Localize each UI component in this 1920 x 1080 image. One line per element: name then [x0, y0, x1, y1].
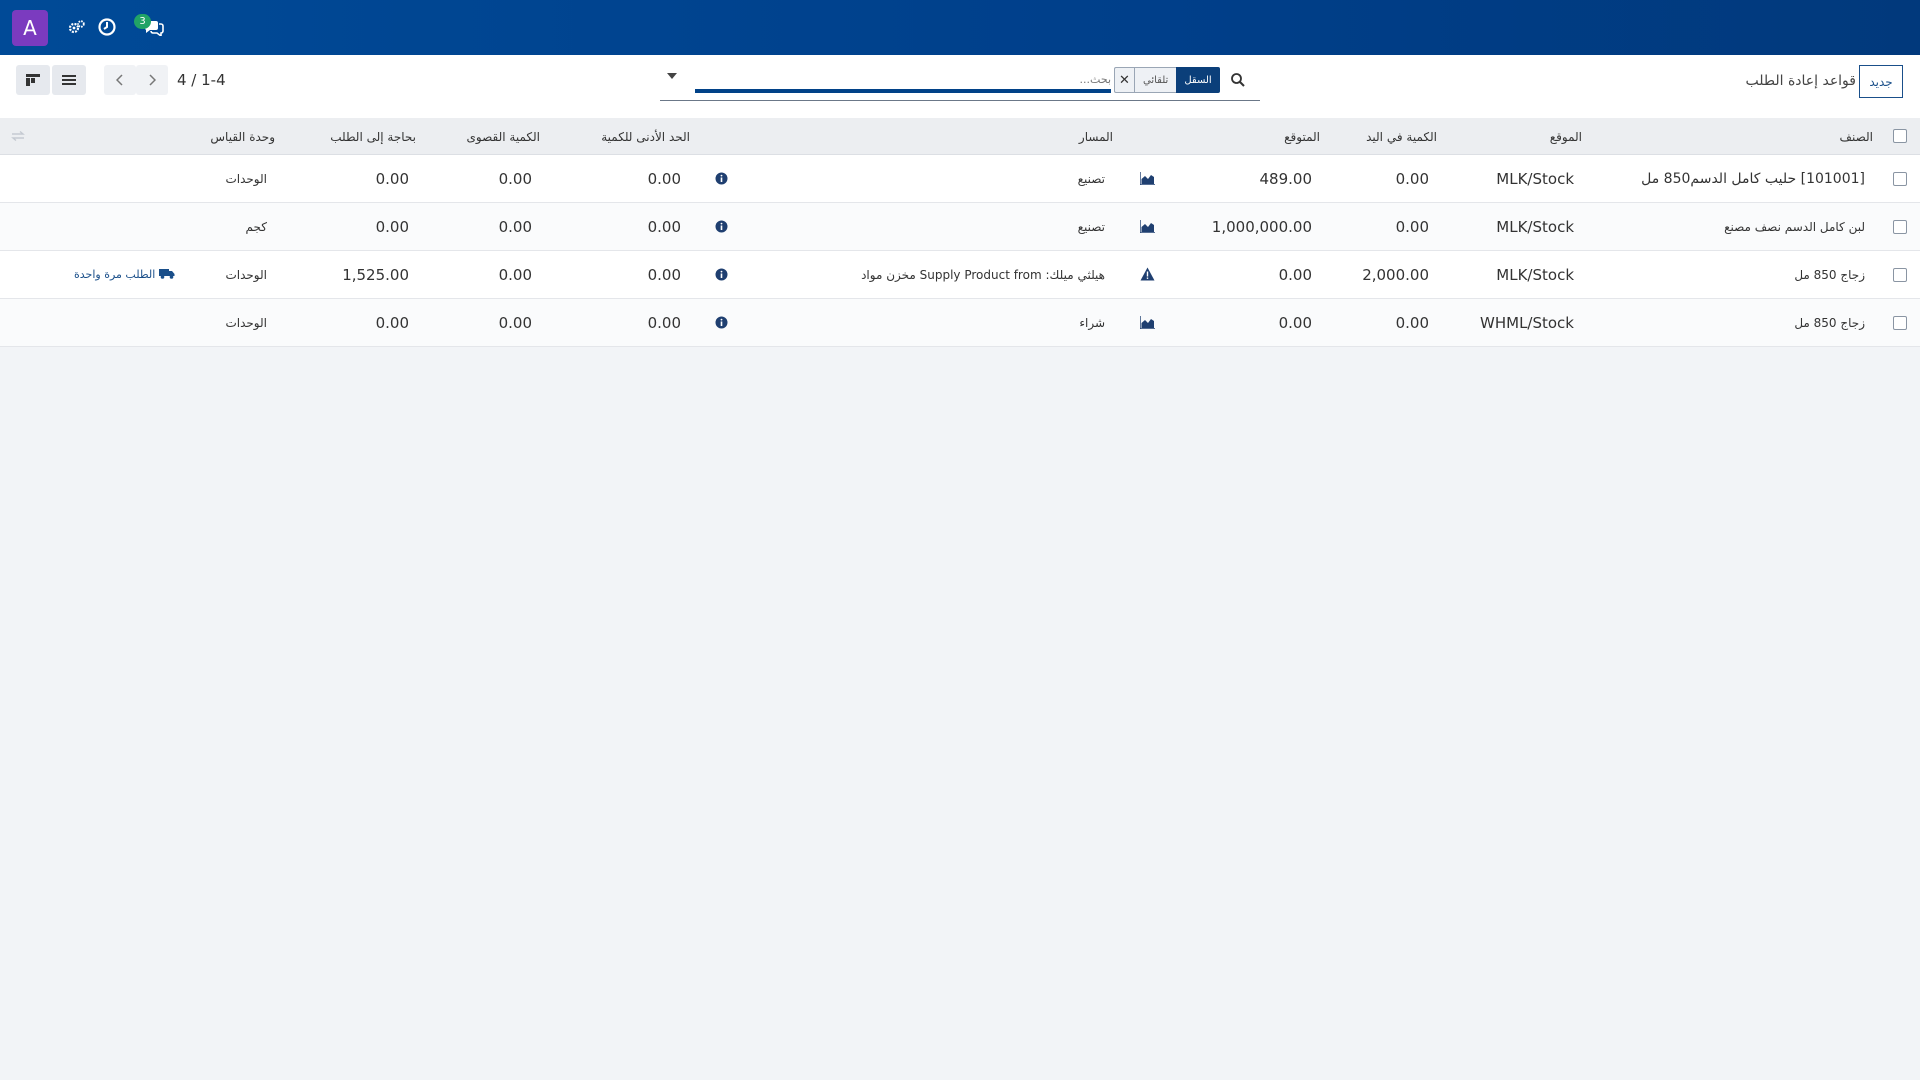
info-icon[interactable] — [714, 267, 728, 281]
header-product[interactable]: الصنف — [1840, 118, 1873, 155]
search-facet: ✕ تلقائي السقل — [1114, 67, 1220, 93]
cell-product[interactable]: زجاج 850 مل — [1794, 251, 1865, 298]
top-navbar: A 3 — [0, 0, 1920, 55]
table-header: الصنف الموقع الكمية في اليد المتوقع المس… — [0, 118, 1920, 155]
settings-icon[interactable] — [64, 14, 90, 40]
cell-location[interactable]: WHML/Stock — [1480, 299, 1574, 346]
table-row[interactable]: لبن كامل الدسم نصف مصنع MLK/Stock 0.00 1… — [0, 203, 1920, 251]
row-checkbox[interactable] — [1893, 267, 1907, 282]
cell-uom[interactable]: الوحدات — [225, 251, 267, 298]
cell-to-order[interactable]: 0.00 — [376, 203, 409, 250]
cell-forecast[interactable]: 0.00 — [1279, 299, 1312, 346]
list-view-button[interactable] — [52, 65, 86, 95]
table-row[interactable]: [101001] حليب كامل الدسم850 مل MLK/Stock… — [0, 155, 1920, 203]
cell-product[interactable]: زجاج 850 مل — [1794, 299, 1865, 346]
header-uom[interactable]: وحدة القياس — [210, 118, 275, 155]
page-title[interactable]: قواعد إعادة الطلب — [1745, 73, 1856, 89]
chevron-right-icon — [149, 74, 156, 86]
row-checkbox[interactable] — [1893, 219, 1907, 234]
cell-to-order[interactable]: 0.00 — [376, 155, 409, 202]
warning-icon[interactable] — [1139, 266, 1155, 282]
cell-to-order[interactable]: 0.00 — [376, 299, 409, 346]
cell-route[interactable]: تصنيع — [1078, 203, 1105, 250]
cell-max-qty[interactable]: 0.00 — [499, 251, 532, 298]
header-max-qty[interactable]: الكمية القصوى — [467, 118, 540, 155]
cell-uom[interactable]: الوحدات — [225, 155, 267, 202]
cell-forecast[interactable]: 0.00 — [1279, 251, 1312, 298]
table-row[interactable]: زجاج 850 مل WHML/Stock 0.00 0.00 شراء 0.… — [0, 299, 1920, 347]
row-checkbox[interactable] — [1893, 315, 1907, 330]
table-row[interactable]: زجاج 850 مل MLK/Stock 2,000.00 0.00 هيلث… — [0, 251, 1920, 299]
forecast-graph-icon[interactable] — [1139, 314, 1155, 330]
cell-product[interactable]: لبن كامل الدسم نصف مصنع — [1724, 203, 1865, 250]
header-location[interactable]: الموقع — [1550, 118, 1582, 155]
reordering-rules-table: الصنف الموقع الكمية في اليد المتوقع المس… — [0, 118, 1920, 347]
user-avatar[interactable]: A — [12, 10, 48, 46]
facet-label: السقل — [1176, 67, 1220, 93]
cell-product[interactable]: [101001] حليب كامل الدسم850 مل — [1641, 155, 1865, 202]
cell-max-qty[interactable]: 0.00 — [499, 155, 532, 202]
header-forecast[interactable]: المتوقع — [1284, 118, 1320, 155]
cell-route[interactable]: هيلثي ميلك: Supply Product from مخزن موا… — [861, 251, 1105, 298]
cell-min-qty[interactable]: 0.00 — [648, 203, 681, 250]
cell-min-qty[interactable]: 0.00 — [648, 251, 681, 298]
truck-icon — [159, 268, 175, 282]
chevron-left-icon — [116, 74, 123, 86]
select-all-checkbox[interactable] — [1893, 129, 1907, 143]
header-route[interactable]: المسار — [1079, 118, 1113, 155]
facet-value: تلقائي — [1134, 67, 1177, 93]
cell-forecast[interactable]: 489.00 — [1260, 155, 1313, 202]
pager-previous-button[interactable] — [104, 65, 136, 95]
header-on-hand[interactable]: الكمية في اليد — [1366, 118, 1437, 155]
cell-location[interactable]: MLK/Stock — [1496, 203, 1574, 250]
info-icon[interactable] — [714, 171, 728, 185]
header-min-qty[interactable]: الحد الأدنى للكمية — [601, 118, 690, 155]
info-icon[interactable] — [714, 315, 728, 329]
cell-on-hand[interactable]: 0.00 — [1396, 155, 1429, 202]
info-icon[interactable] — [714, 219, 728, 233]
cell-on-hand[interactable]: 2,000.00 — [1362, 251, 1429, 298]
header-to-order[interactable]: بحاجة إلى الطلب — [330, 118, 416, 155]
search-options-toggle[interactable] — [667, 73, 677, 79]
row-checkbox[interactable] — [1893, 171, 1907, 186]
cell-min-qty[interactable]: 0.00 — [648, 299, 681, 346]
order-once-button[interactable]: الطلب مرة واحدة — [74, 251, 175, 298]
order-once-label: الطلب مرة واحدة — [74, 268, 156, 281]
cell-to-order[interactable]: 1,525.00 — [342, 251, 409, 298]
cell-max-qty[interactable]: 0.00 — [499, 203, 532, 250]
control-panel: 4 / 1-4 ✕ تلقائي السقل قواعد إعادة الطلب… — [0, 55, 1920, 118]
cell-route[interactable]: تصنيع — [1078, 155, 1105, 202]
cell-forecast[interactable]: 1,000,000.00 — [1212, 203, 1312, 250]
cell-on-hand[interactable]: 0.00 — [1396, 299, 1429, 346]
search-icon[interactable] — [1230, 72, 1248, 90]
search-input[interactable] — [695, 69, 1111, 93]
cell-location[interactable]: MLK/Stock — [1496, 155, 1574, 202]
cell-min-qty[interactable]: 0.00 — [648, 155, 681, 202]
cell-uom[interactable]: كجم — [246, 203, 267, 250]
cell-route[interactable]: شراء — [1079, 299, 1105, 346]
kanban-view-button[interactable] — [16, 65, 50, 95]
pager-value[interactable]: 4 / 1-4 — [177, 71, 226, 89]
cell-max-qty[interactable]: 0.00 — [499, 299, 532, 346]
remove-facet-button[interactable]: ✕ — [1114, 67, 1134, 93]
kanban-icon — [26, 74, 40, 86]
clock-icon[interactable] — [94, 14, 120, 40]
list-icon — [62, 75, 76, 85]
optional-columns-icon[interactable] — [10, 130, 26, 142]
cell-uom[interactable]: الوحدات — [225, 299, 267, 346]
cell-location[interactable]: MLK/Stock — [1496, 251, 1574, 298]
pager-next-button[interactable] — [136, 65, 168, 95]
search-bar: ✕ تلقائي السقل — [660, 63, 1260, 101]
new-button[interactable]: جديد — [1859, 65, 1903, 98]
messages-badge: 3 — [134, 14, 151, 29]
cell-on-hand[interactable]: 0.00 — [1396, 203, 1429, 250]
forecast-graph-icon[interactable] — [1139, 170, 1155, 186]
forecast-graph-icon[interactable] — [1139, 218, 1155, 234]
